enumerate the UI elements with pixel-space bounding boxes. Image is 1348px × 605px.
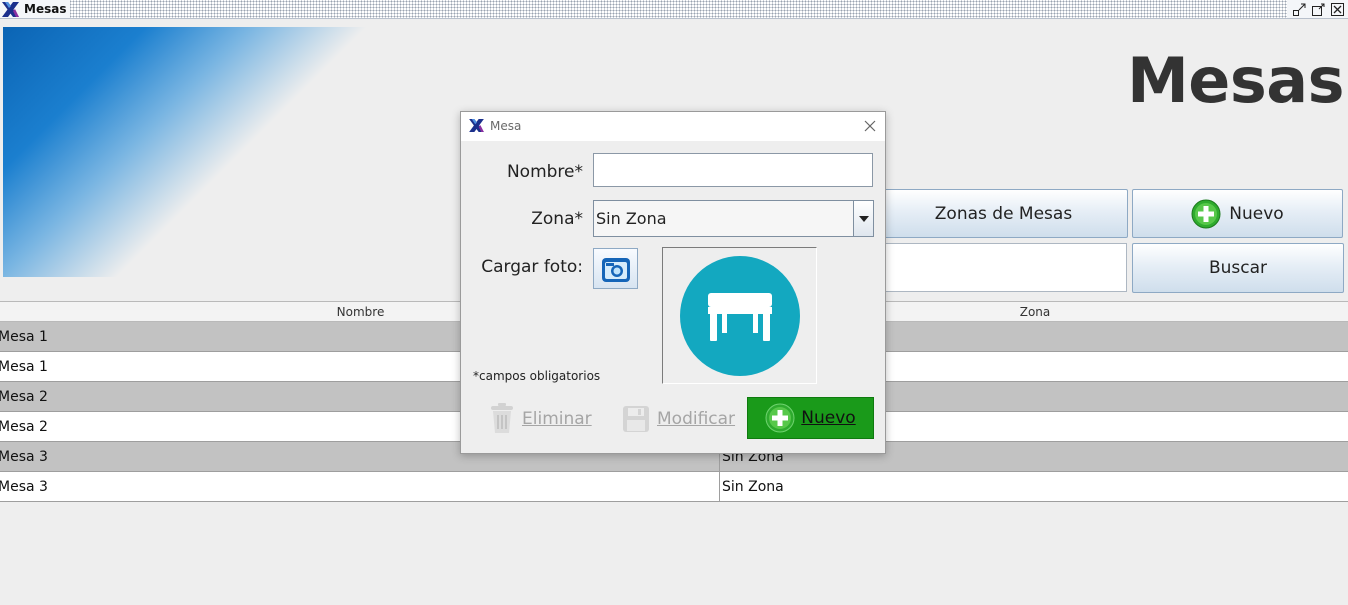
add-circle-icon <box>1191 199 1221 228</box>
nuevo-label: Nuevo <box>1229 203 1284 224</box>
zona-label: Zona* <box>531 209 583 229</box>
cell-zona: Sin Zona <box>722 478 784 495</box>
modificar-label: Modificar <box>657 408 736 429</box>
minimize-icon[interactable] <box>1293 3 1306 16</box>
app-x-logo-icon <box>469 119 484 132</box>
required-fields-note: *campos obligatorios <box>473 369 601 383</box>
zona-selected-value: Sin Zona <box>596 209 667 228</box>
dropdown-arrow-button[interactable] <box>853 201 873 236</box>
save-icon <box>623 405 649 432</box>
dialog-title-bar[interactable]: Mesa <box>461 112 885 141</box>
window-title-bar[interactable]: Mesas <box>0 0 1348 19</box>
modificar-button[interactable]: Modificar <box>622 398 735 439</box>
eliminar-button[interactable]: Eliminar <box>489 398 592 439</box>
nombre-input[interactable] <box>593 153 873 187</box>
window-controls <box>1287 0 1348 18</box>
window-title: Mesas <box>24 2 67 16</box>
close-icon[interactable] <box>864 120 876 132</box>
add-circle-icon <box>765 403 795 433</box>
chevron-down-icon <box>858 215 869 222</box>
cell-nombre: Mesa 3 <box>0 472 720 501</box>
trash-icon <box>491 403 513 433</box>
cargar-foto-button[interactable] <box>593 248 638 289</box>
header-banner-graphic <box>3 27 403 277</box>
search-input[interactable] <box>879 243 1127 292</box>
table-icon <box>679 255 800 376</box>
table-row[interactable]: Mesa 3 Sin Zona <box>0 472 1348 502</box>
app-x-logo-icon <box>2 1 19 17</box>
camera-icon <box>601 257 630 282</box>
nuevo-mesa-button[interactable]: Nuevo <box>1132 189 1343 238</box>
cargar-foto-label: Cargar foto: <box>481 257 583 277</box>
eliminar-label: Eliminar <box>522 408 592 429</box>
mesa-dialog: Mesa Nombre* Zona* Sin Zona Cargar foto: <box>460 111 886 454</box>
buscar-label: Buscar <box>1208 258 1268 278</box>
photo-preview <box>662 247 817 384</box>
dialog-title: Mesa <box>490 119 522 133</box>
page-title: Mesas <box>1127 44 1344 117</box>
zonas-de-mesas-label: Zonas de Mesas <box>934 203 1073 224</box>
nuevo-dialog-label: Nuevo <box>801 408 856 428</box>
maximize-icon[interactable] <box>1312 3 1325 16</box>
nuevo-dialog-button[interactable]: Nuevo <box>747 397 874 439</box>
close-icon[interactable] <box>1331 2 1344 16</box>
window-title-area: Mesas <box>0 0 71 18</box>
zonas-de-mesas-button[interactable]: Zonas de Mesas <box>879 189 1128 238</box>
nombre-label: Nombre* <box>506 162 583 182</box>
zona-select[interactable]: Sin Zona <box>593 200 874 237</box>
buscar-button[interactable]: Buscar <box>1132 243 1344 293</box>
